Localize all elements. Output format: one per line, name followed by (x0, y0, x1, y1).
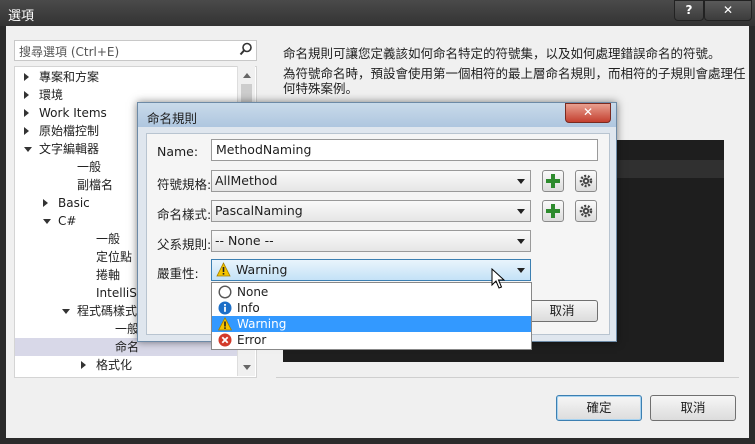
warning-icon (216, 262, 231, 277)
option-label: Info (237, 301, 260, 315)
expand-right-icon[interactable] (81, 361, 86, 369)
expand-right-icon[interactable] (24, 127, 29, 135)
gear-icon (579, 204, 593, 218)
tree-item-label: 格式化 (96, 358, 133, 372)
cancel-button[interactable]: 取消 (650, 395, 736, 421)
tree-item-label: 一般 (77, 160, 102, 174)
naming-rule-titlebar (138, 103, 616, 127)
tree-item-label: 一般 (96, 232, 121, 246)
tree-item[interactable]: 格式化 (15, 356, 239, 374)
naming-rule-cancel-button[interactable]: 取消 (526, 300, 598, 322)
parent-rule-value: -- None -- (215, 233, 274, 248)
chevron-down-icon (517, 209, 525, 214)
naming-rule-close-button[interactable]: ✕ (565, 103, 611, 123)
expand-down-icon[interactable] (24, 147, 32, 152)
plus-icon-v (551, 204, 555, 218)
tree-item-label: 捲軸 (96, 268, 121, 282)
circle-outline-icon (218, 285, 232, 299)
expand-down-icon[interactable] (43, 219, 51, 224)
info-icon (218, 301, 232, 315)
severity-dropdown-list[interactable]: None Info Warning Error (211, 282, 532, 350)
expand-right-icon[interactable] (24, 109, 29, 117)
naming-rule-title: 命名規則 (147, 111, 198, 126)
divider (276, 377, 739, 378)
plus-icon-v (551, 174, 555, 188)
scroll-up-icon[interactable] (243, 73, 251, 78)
close-button[interactable]: ✕ (704, 0, 752, 21)
options-titlebar (0, 0, 755, 26)
tree-item-label: 原始檔控制 (39, 124, 100, 138)
parent-rule-label: 父系規則: (157, 237, 212, 252)
expand-right-icon[interactable] (24, 91, 29, 99)
mouse-cursor-icon (491, 268, 505, 289)
tree-item-label: C# (58, 214, 77, 228)
search-icon[interactable] (239, 42, 253, 56)
tree-item-label: 程式碼樣式 (77, 304, 138, 318)
option-label: Warning (237, 317, 287, 331)
description-line-1: 命名規則可讓您定義該如何命名特定的符號集，以及如何處理錯誤命名的符號。 (283, 46, 721, 61)
add-naming-style-button[interactable] (542, 200, 564, 222)
search-placeholder: 搜尋選項 (Ctrl+E) (19, 45, 120, 59)
chevron-down-icon (517, 239, 525, 244)
expand-down-icon[interactable] (62, 309, 70, 314)
ok-button[interactable]: 確定 (556, 395, 642, 421)
tree-item-label: 環境 (39, 88, 64, 102)
parent-rule-combobox[interactable]: -- None -- (211, 230, 531, 252)
expand-right-icon[interactable] (43, 199, 48, 207)
help-button[interactable]: ? (674, 0, 704, 21)
naming-style-label: 命名樣式: (157, 207, 212, 222)
description-line-3: 何特殊案例。 (283, 81, 359, 96)
configure-symbol-spec-button[interactable] (575, 170, 597, 192)
tree-item-label: Work Items (39, 106, 107, 120)
naming-style-combobox[interactable]: PascalNaming (211, 200, 531, 222)
chevron-down-icon (517, 179, 525, 184)
add-symbol-spec-button[interactable] (542, 170, 564, 192)
tree-item-label: 一般 (115, 322, 140, 336)
severity-label: 嚴重性: (157, 266, 199, 281)
tree-item-label: 副檔名 (77, 178, 114, 192)
window-title: 選項 (8, 9, 35, 24)
error-icon (218, 333, 232, 347)
chevron-down-icon (517, 268, 525, 273)
symbol-spec-label: 符號規格: (157, 177, 212, 192)
naming-style-value: PascalNaming (215, 203, 303, 218)
tree-item-label: 專案和方案 (39, 70, 100, 84)
warning-icon (218, 317, 232, 331)
tree-item-label: 文字編輯器 (39, 142, 100, 156)
symbol-spec-value: AllMethod (215, 173, 278, 188)
option-label: Error (237, 333, 267, 347)
option-label: None (237, 285, 269, 299)
severity-combobox[interactable]: Warning (211, 259, 531, 281)
symbol-spec-combobox[interactable]: AllMethod (211, 170, 531, 192)
name-label: Name: (157, 144, 199, 159)
name-value: MethodNaming (216, 142, 312, 157)
configure-naming-style-button[interactable] (575, 200, 597, 222)
scroll-down-icon[interactable] (243, 365, 251, 370)
search-input[interactable]: 搜尋選項 (Ctrl+E) (14, 40, 257, 61)
severity-option-info[interactable]: Info (212, 300, 531, 316)
tree-item-label: Basic (58, 196, 90, 210)
name-field[interactable]: MethodNaming (211, 139, 598, 161)
severity-option-none[interactable]: None (212, 284, 531, 300)
tree-item-label: 定位點 (96, 250, 133, 264)
severity-option-error[interactable]: Error (212, 332, 531, 348)
tree-item-label: 命名 (115, 340, 140, 354)
severity-value: Warning (236, 262, 288, 277)
tree-item[interactable]: 專案和方案 (15, 68, 239, 86)
severity-option-warning[interactable]: Warning (212, 316, 531, 332)
expand-right-icon[interactable] (24, 73, 29, 81)
gear-icon (579, 174, 593, 188)
